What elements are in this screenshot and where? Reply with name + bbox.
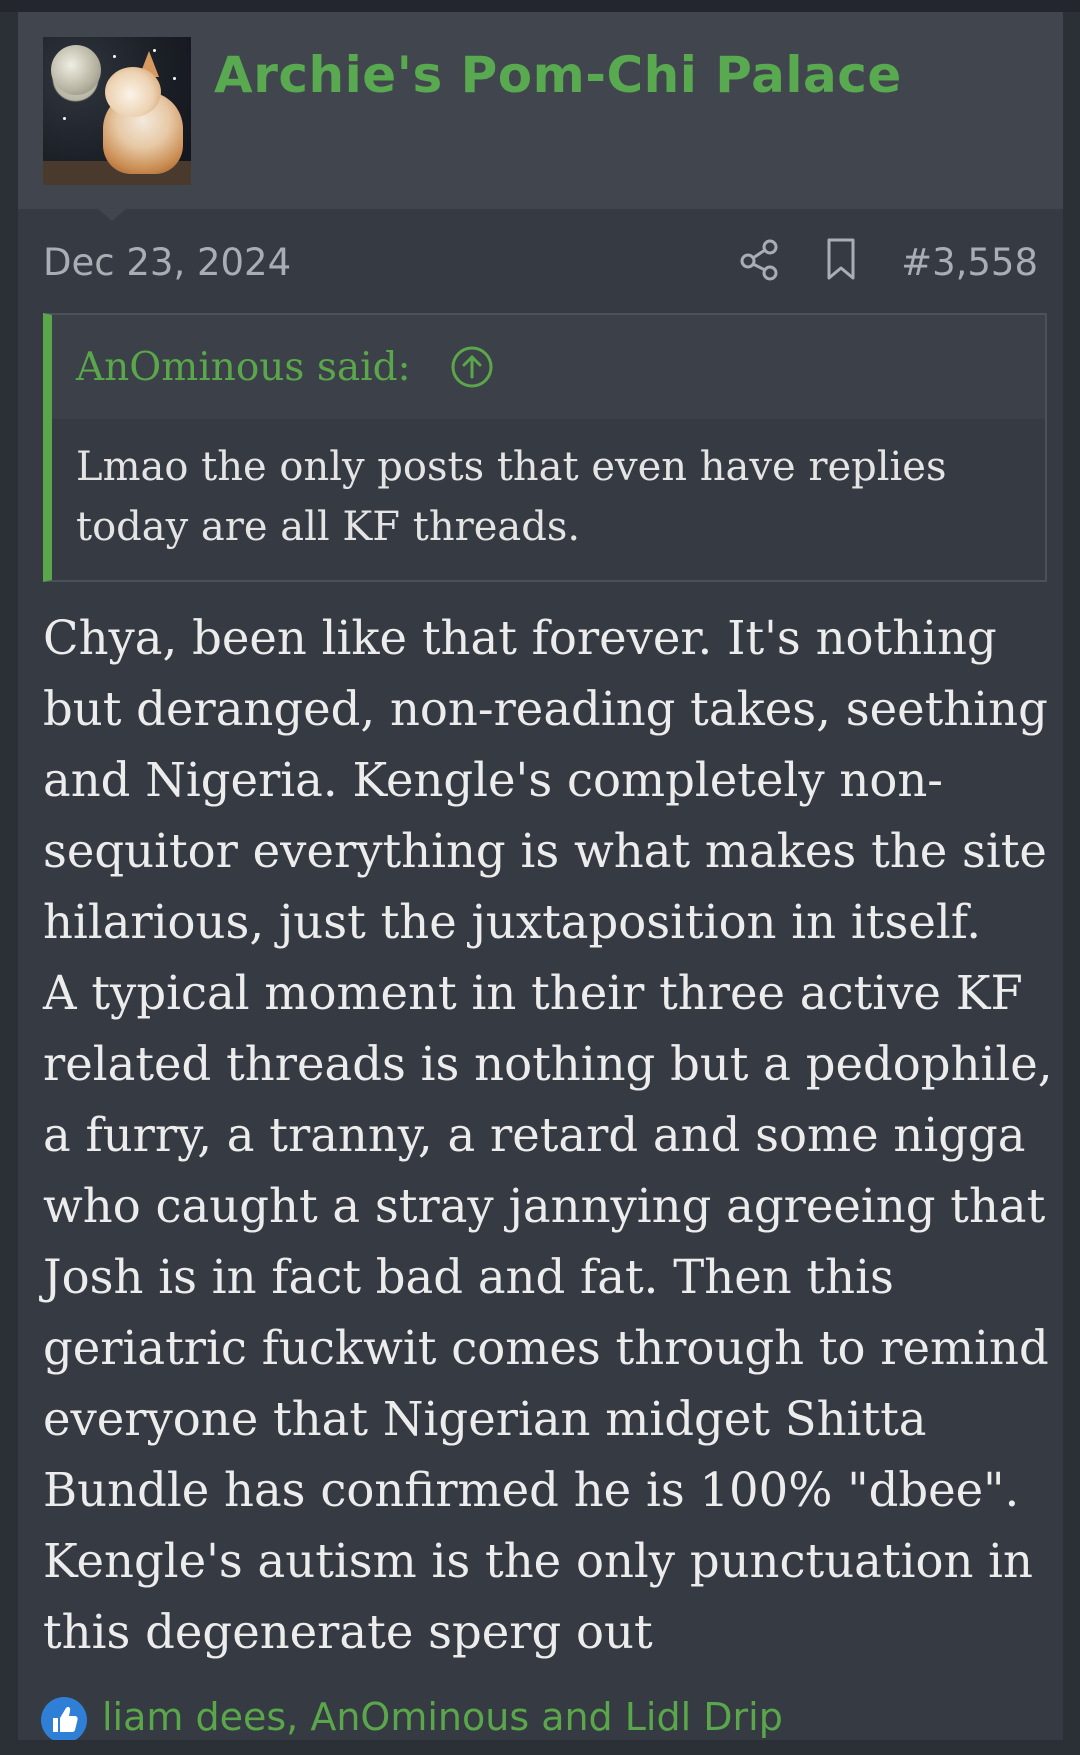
username-link[interactable]: Archie's Pom-Chi Palace bbox=[214, 46, 902, 104]
thumbs-up-icon[interactable] bbox=[40, 1696, 88, 1744]
user-avatar[interactable] bbox=[43, 37, 191, 185]
quote-author-label[interactable]: AnOminous said: bbox=[76, 345, 411, 390]
post-meta: Dec 23, 2024 #3,558 bbox=[43, 237, 1038, 287]
star-graphic bbox=[113, 55, 116, 58]
star-graphic bbox=[63, 117, 66, 120]
post-card: Archie's Pom-Chi Palace Dec 23, 2024 #3,… bbox=[18, 12, 1063, 1755]
share-icon[interactable] bbox=[738, 237, 782, 281]
dog-head-graphic bbox=[105, 67, 161, 117]
quote-text: Lmao the only posts that even have repli… bbox=[76, 444, 947, 550]
post-number-link[interactable]: #3,558 bbox=[901, 241, 1038, 284]
bookmark-icon[interactable] bbox=[821, 237, 861, 281]
reaction-users-link[interactable]: liam dees, AnOminous and Lidl Drip bbox=[102, 1695, 783, 1739]
post-date[interactable]: Dec 23, 2024 bbox=[43, 241, 291, 284]
quote-block: AnOminous said: Lmao the only posts that… bbox=[43, 313, 1047, 582]
post-paragraph: Chya, been like that forever. It's nothi… bbox=[43, 611, 1048, 949]
reactions-bar: liam dees, AnOminous and Lidl Drip bbox=[40, 1692, 1040, 1747]
moon-graphic bbox=[51, 45, 101, 95]
bottom-strip bbox=[0, 1740, 1080, 1755]
arrow-up-circle-icon[interactable] bbox=[450, 345, 494, 389]
post-paragraph: A typical moment in their three active K… bbox=[43, 966, 1053, 1659]
user-header: Archie's Pom-Chi Palace bbox=[18, 12, 1063, 209]
top-bar bbox=[0, 0, 1080, 12]
post-body: Chya, been like that forever. It's nothi… bbox=[43, 603, 1053, 1668]
star-graphic bbox=[173, 77, 176, 80]
quote-header: AnOminous said: bbox=[52, 315, 1045, 419]
header-notch bbox=[98, 209, 126, 221]
